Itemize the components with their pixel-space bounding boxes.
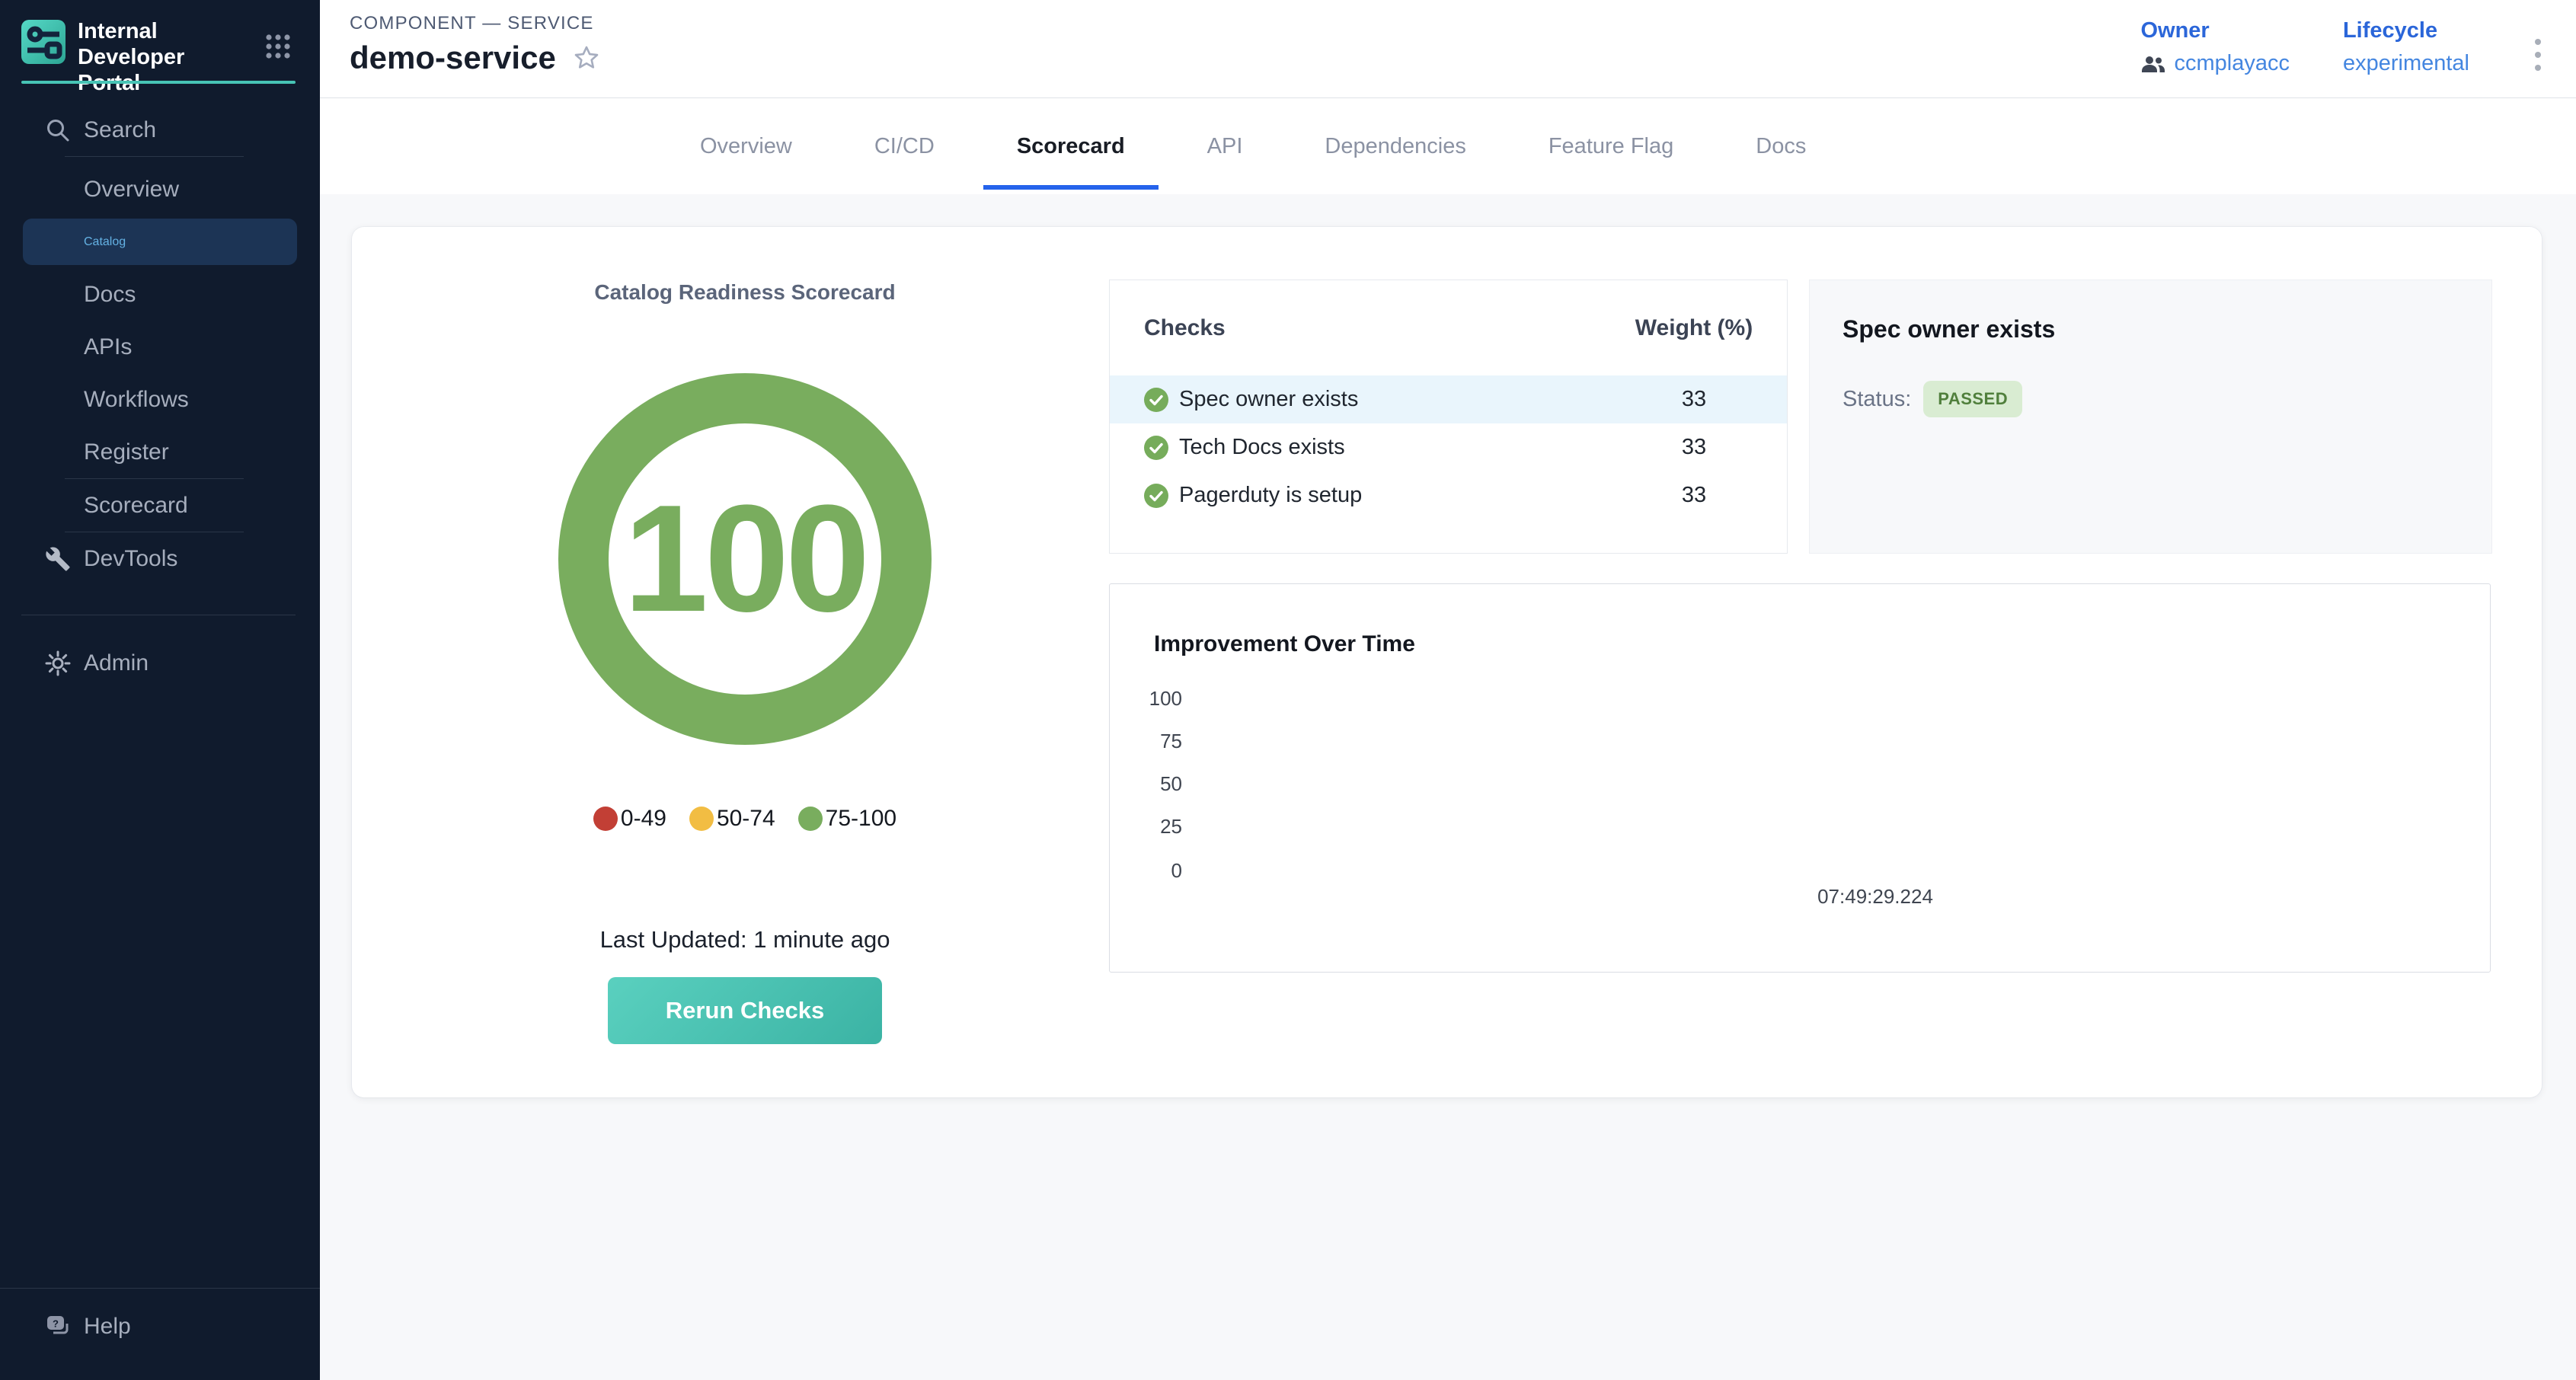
tab-docs[interactable]: Docs bbox=[1722, 98, 1839, 194]
y-axis-tick: 75 bbox=[1110, 730, 1182, 753]
check-circle-icon bbox=[1144, 388, 1168, 412]
favorite-star-icon[interactable] bbox=[573, 44, 600, 72]
checks-table: Checks Weight (%) Spec owner exists 33 T… bbox=[1109, 280, 1788, 554]
sidebar-item-scorecard[interactable]: Scorecard bbox=[0, 479, 320, 532]
x-axis-tick: 07:49:29.224 bbox=[1761, 885, 1990, 909]
brand-header: Internal Developer Portal bbox=[0, 0, 320, 104]
score-gauge: 100 bbox=[558, 373, 932, 745]
lifecycle-value: experimental bbox=[2343, 51, 2469, 76]
y-axis-tick: 0 bbox=[1110, 859, 1182, 883]
sidebar-nav: Overview Catalog Docs APIs Workflows Reg… bbox=[0, 163, 320, 689]
svg-text:?: ? bbox=[53, 1318, 59, 1330]
y-axis-tick: 50 bbox=[1110, 772, 1182, 796]
entity-header: COMPONENT — SERVICE demo-service Owner c… bbox=[320, 0, 2576, 98]
checks-table-header: Checks Weight (%) bbox=[1110, 280, 1787, 375]
owner-block: Owner ccmplayacc bbox=[2140, 18, 2290, 76]
sidebar-footer: ? Help bbox=[0, 1288, 320, 1380]
check-detail-panel: Spec owner exists Status: PASSED bbox=[1809, 280, 2492, 554]
scorecard-content-card: Catalog Readiness Scorecard 100 0-49 50-… bbox=[352, 227, 2542, 1097]
status-label: Status: bbox=[1843, 387, 1911, 412]
legend-dot-yellow bbox=[689, 807, 714, 831]
legend-item-high: 75-100 bbox=[798, 806, 896, 832]
tab-feature-flag[interactable]: Feature Flag bbox=[1515, 98, 1707, 194]
legend-item-mid: 50-74 bbox=[689, 806, 775, 832]
y-axis-tick: 100 bbox=[1110, 687, 1182, 711]
check-detail-title: Spec owner exists bbox=[1843, 315, 2055, 343]
y-axis-tick: 25 bbox=[1110, 815, 1182, 839]
breadcrumb: COMPONENT — SERVICE bbox=[350, 13, 594, 34]
legend-item-low: 0-49 bbox=[593, 806, 666, 832]
gear-icon bbox=[44, 650, 72, 677]
improvement-chart: Improvement Over Time 100 75 50 25 0 07:… bbox=[1109, 583, 2491, 973]
sidebar-item-search[interactable]: Search bbox=[0, 104, 320, 156]
lifecycle-label: Lifecycle bbox=[2343, 18, 2469, 43]
portal-logo-icon bbox=[21, 20, 66, 64]
chart-title: Improvement Over Time bbox=[1154, 631, 1415, 657]
sidebar-item-workflows[interactable]: Workflows bbox=[0, 373, 320, 426]
search-icon bbox=[44, 117, 72, 144]
tab-overview[interactable]: Overview bbox=[666, 98, 826, 194]
checks-column-header: Checks bbox=[1144, 315, 1614, 341]
brand-accent-divider bbox=[21, 81, 296, 84]
sidebar-item-overview[interactable]: Overview bbox=[0, 163, 320, 216]
sidebar-item-admin[interactable]: Admin bbox=[0, 637, 320, 689]
status-badge: PASSED bbox=[1923, 381, 2022, 417]
tab-scorecard[interactable]: Scorecard bbox=[983, 98, 1159, 194]
entity-tabs: Overview CI/CD Scorecard API Dependencie… bbox=[320, 98, 2576, 194]
lifecycle-block: Lifecycle experimental bbox=[2343, 18, 2469, 76]
owner-value[interactable]: ccmplayacc bbox=[2140, 51, 2290, 76]
main-area: COMPONENT — SERVICE demo-service Owner c… bbox=[320, 0, 2576, 1380]
sidebar: Internal Developer Portal Search Overvie… bbox=[0, 0, 320, 1380]
check-row-spec-owner[interactable]: Spec owner exists 33 bbox=[1110, 375, 1787, 423]
sidebar-item-register[interactable]: Register bbox=[0, 426, 320, 478]
legend-dot-red bbox=[593, 807, 618, 831]
scorecard-title: Catalog Readiness Scorecard bbox=[478, 280, 1012, 305]
more-options-kebab-icon[interactable] bbox=[2523, 24, 2553, 85]
sidebar-item-catalog[interactable]: Catalog bbox=[0, 216, 320, 268]
check-circle-icon bbox=[1144, 484, 1168, 508]
tab-dependencies[interactable]: Dependencies bbox=[1291, 98, 1499, 194]
sidebar-item-help[interactable]: ? Help bbox=[0, 1289, 320, 1365]
sidebar-item-devtools[interactable]: DevTools bbox=[0, 532, 320, 585]
owner-label: Owner bbox=[2140, 18, 2290, 43]
legend-dot-green bbox=[798, 807, 823, 831]
rerun-checks-button[interactable]: Rerun Checks bbox=[608, 977, 882, 1044]
active-nav-pill: Catalog bbox=[23, 219, 297, 265]
weight-column-header: Weight (%) bbox=[1614, 315, 1774, 341]
sidebar-item-apis[interactable]: APIs bbox=[0, 321, 320, 373]
tab-api[interactable]: API bbox=[1174, 98, 1277, 194]
page-title: demo-service bbox=[350, 40, 556, 76]
score-value: 100 bbox=[624, 471, 867, 647]
last-updated-text: Last Updated: 1 minute ago bbox=[478, 926, 1012, 954]
sidebar-item-label: Search bbox=[0, 117, 156, 143]
group-icon bbox=[2140, 54, 2166, 74]
sidebar-item-docs[interactable]: Docs bbox=[0, 268, 320, 321]
brand-title: Internal Developer Portal bbox=[78, 18, 253, 97]
check-row-tech-docs[interactable]: Tech Docs exists 33 bbox=[1110, 423, 1787, 471]
wrench-icon bbox=[44, 545, 72, 573]
score-legend: 0-49 50-74 75-100 bbox=[478, 806, 1012, 832]
help-chat-icon: ? bbox=[44, 1313, 72, 1340]
sidebar-spacer bbox=[0, 689, 320, 1288]
apps-grid-icon[interactable] bbox=[265, 34, 291, 59]
check-circle-icon bbox=[1144, 436, 1168, 460]
sidebar-divider bbox=[65, 156, 244, 157]
tab-cicd[interactable]: CI/CD bbox=[841, 98, 968, 194]
check-row-pagerduty[interactable]: Pagerduty is setup 33 bbox=[1110, 471, 1787, 519]
